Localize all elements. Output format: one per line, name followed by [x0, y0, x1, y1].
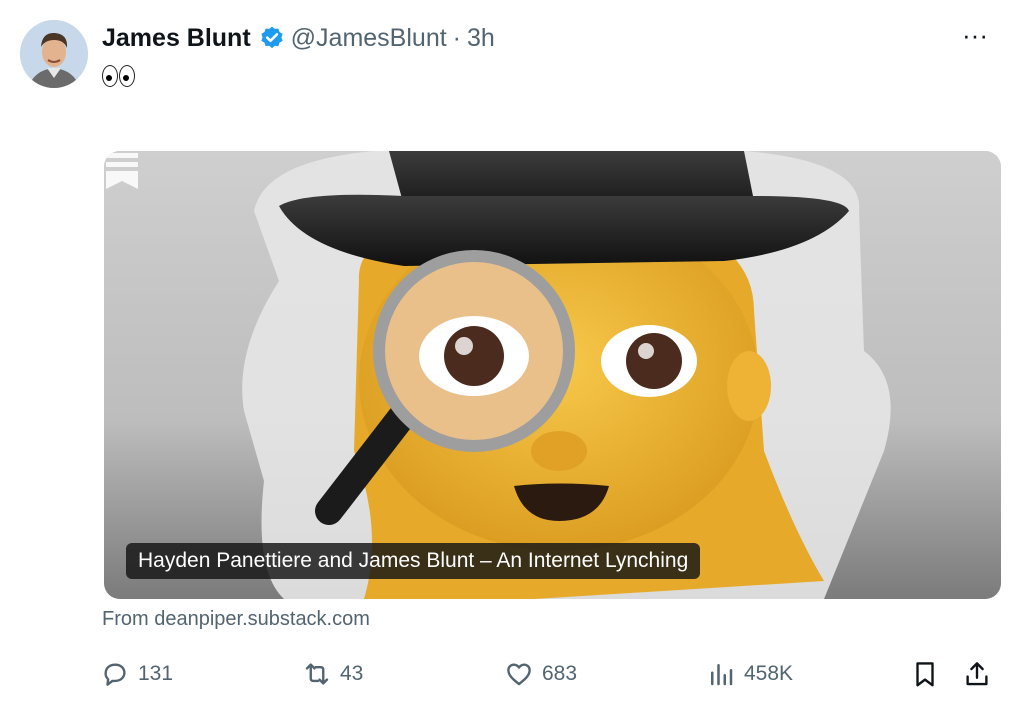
heart-icon — [507, 663, 531, 686]
tweet-header: James Blunt @JamesBlunt · 3h — [102, 20, 495, 56]
share-button[interactable] — [962, 654, 992, 694]
card-source[interactable]: From deanpiper.substack.com — [102, 608, 370, 631]
author-handle[interactable]: @JamesBlunt — [291, 24, 447, 53]
author-avatar[interactable] — [20, 20, 88, 88]
link-preview-card[interactable]: Hayden Panettiere and James Blunt – An I… — [104, 151, 1001, 599]
reply-count: 131 — [138, 662, 174, 685]
tweet-timestamp[interactable]: 3h — [467, 24, 495, 53]
reply-icon — [104, 663, 126, 686]
views-button[interactable]: 458K — [706, 654, 793, 694]
author-name[interactable]: James Blunt — [102, 24, 251, 53]
repost-icon — [305, 663, 329, 685]
analytics-icon — [711, 664, 733, 686]
repost-button[interactable]: 43 — [302, 654, 363, 694]
like-count: 683 — [542, 662, 578, 685]
views-count: 458K — [744, 662, 794, 685]
more-options-icon[interactable]: ··· — [960, 20, 990, 50]
bookmark-icon — [916, 662, 934, 687]
card-title: Hayden Panettiere and James Blunt – An I… — [126, 543, 701, 579]
verified-badge-icon — [261, 26, 283, 49]
eyes-emoji-icon — [102, 65, 135, 87]
repost-count: 43 — [340, 662, 364, 685]
action-bar: 131 43 683 458K — [0, 654, 1024, 694]
avatar-photo — [20, 20, 88, 88]
reply-button[interactable]: 131 — [100, 654, 173, 694]
tweet-text — [102, 60, 135, 92]
like-button[interactable]: 683 — [504, 654, 577, 694]
detective-emoji-image — [104, 151, 1001, 599]
separator-dot: · — [452, 23, 461, 52]
bookmark-button[interactable] — [910, 654, 940, 694]
share-icon — [966, 662, 988, 686]
bookmark-stack-icon — [106, 153, 138, 189]
